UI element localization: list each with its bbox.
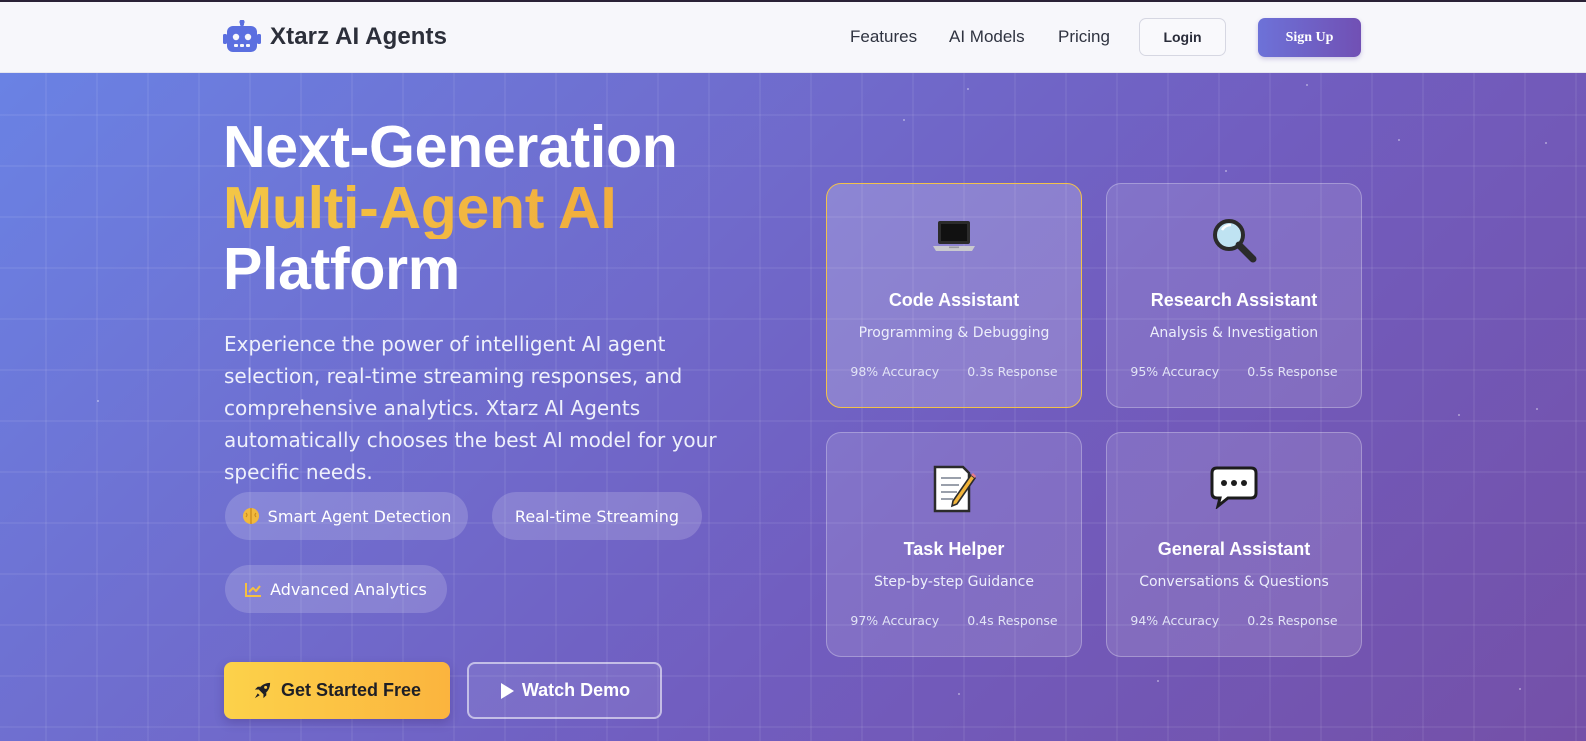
agent-card-response: 0.3s Response (967, 364, 1058, 379)
star-dot (1306, 84, 1308, 86)
feature-pill-smart-agent: Smart Agent Detection (225, 492, 468, 540)
agent-card-title: Task Helper (903, 539, 1005, 559)
hero-section: Next-Generation Multi-Agent AI Platform … (0, 73, 1586, 741)
nav-link-ai-models[interactable]: AI Models (949, 27, 1025, 47)
agent-card-subtitle: Analysis & Investigation (1149, 325, 1319, 341)
star-dot (1225, 170, 1227, 172)
hero-description: Experience the power of intelligent AI a… (224, 332, 717, 484)
star-dot (1398, 139, 1400, 141)
brain-icon (242, 508, 259, 524)
star-dot (1545, 142, 1547, 144)
feature-pill-label: Real-time Streaming (514, 506, 680, 526)
feature-pill-label: Advanced Analytics (270, 579, 427, 599)
agent-card-response: 0.2s Response (1247, 613, 1338, 628)
nav-link-pricing[interactable]: Pricing (1058, 27, 1110, 47)
feature-pill-analytics: Advanced Analytics (225, 565, 447, 613)
headline-line-1: Next-Generation (223, 114, 678, 180)
play-icon (500, 682, 514, 699)
agent-card-task-helper[interactable]: Task Helper Step-by-step Guidance 97% Ac… (826, 432, 1082, 657)
agent-card-response: 0.5s Response (1247, 364, 1338, 379)
agent-card-response: 0.4s Response (967, 613, 1058, 628)
speech-bubble-icon (1210, 466, 1258, 509)
hero-headline: Next-Generation Multi-Agent AI Platform (223, 117, 783, 300)
agent-card-title: Research Assistant (1150, 290, 1318, 310)
star-dot (903, 119, 905, 121)
top-navbar: Xtarz AI Agents Features AI Models Prici… (0, 2, 1586, 73)
star-dot (967, 88, 969, 90)
memo-icon (933, 465, 977, 513)
feature-pill-label: Smart Agent Detection (267, 506, 452, 526)
agent-card-subtitle: Programming & Debugging (858, 325, 1050, 341)
magnifier-icon (1213, 219, 1257, 263)
brand-logo-link[interactable]: Xtarz AI Agents (223, 20, 447, 54)
agent-card-accuracy: 97% Accuracy (850, 613, 940, 628)
agent-card-accuracy: 94% Accuracy (1130, 613, 1220, 628)
star-dot (958, 693, 960, 695)
watch-demo-button[interactable]: Watch Demo (467, 662, 662, 719)
star-dot (1536, 408, 1538, 410)
agent-card-title: General Assistant (1157, 539, 1311, 559)
get-started-button[interactable]: Get Started Free (224, 662, 450, 719)
agent-card-title: Code Assistant (888, 290, 1020, 310)
nav-link-features[interactable]: Features (850, 27, 917, 47)
agent-card-accuracy: 95% Accuracy (1130, 364, 1220, 379)
headline-accent: Multi-Agent AI (223, 178, 783, 239)
get-started-label: Get Started Free (280, 680, 422, 700)
signup-button[interactable]: Sign Up (1258, 18, 1361, 57)
headline-line-3: Platform (223, 236, 460, 302)
agent-card-accuracy: 98% Accuracy (850, 364, 940, 379)
star-dot (97, 400, 99, 402)
brand-name: Xtarz AI Agents (270, 23, 448, 50)
chart-line-icon (245, 582, 262, 597)
feature-pill-streaming: Real-time Streaming (492, 492, 702, 540)
agent-card-subtitle: Step-by-step Guidance (874, 574, 1034, 590)
star-dot (1157, 680, 1159, 682)
agent-card-research-assistant[interactable]: Research Assistant Analysis & Investigat… (1106, 183, 1362, 408)
login-button[interactable]: Login (1139, 18, 1226, 56)
rocket-icon (254, 682, 271, 699)
robot-icon (223, 20, 261, 52)
agent-card-general-assistant[interactable]: General Assistant Conversations & Questi… (1106, 432, 1362, 657)
agent-card-subtitle: Conversations & Questions (1139, 574, 1329, 590)
star-dot (1458, 414, 1460, 416)
watch-demo-label: Watch Demo (521, 680, 631, 700)
star-dot (1519, 688, 1521, 690)
laptop-icon (933, 221, 975, 251)
agent-card-code-assistant[interactable]: Code Assistant Programming & Debugging 9… (826, 183, 1082, 408)
